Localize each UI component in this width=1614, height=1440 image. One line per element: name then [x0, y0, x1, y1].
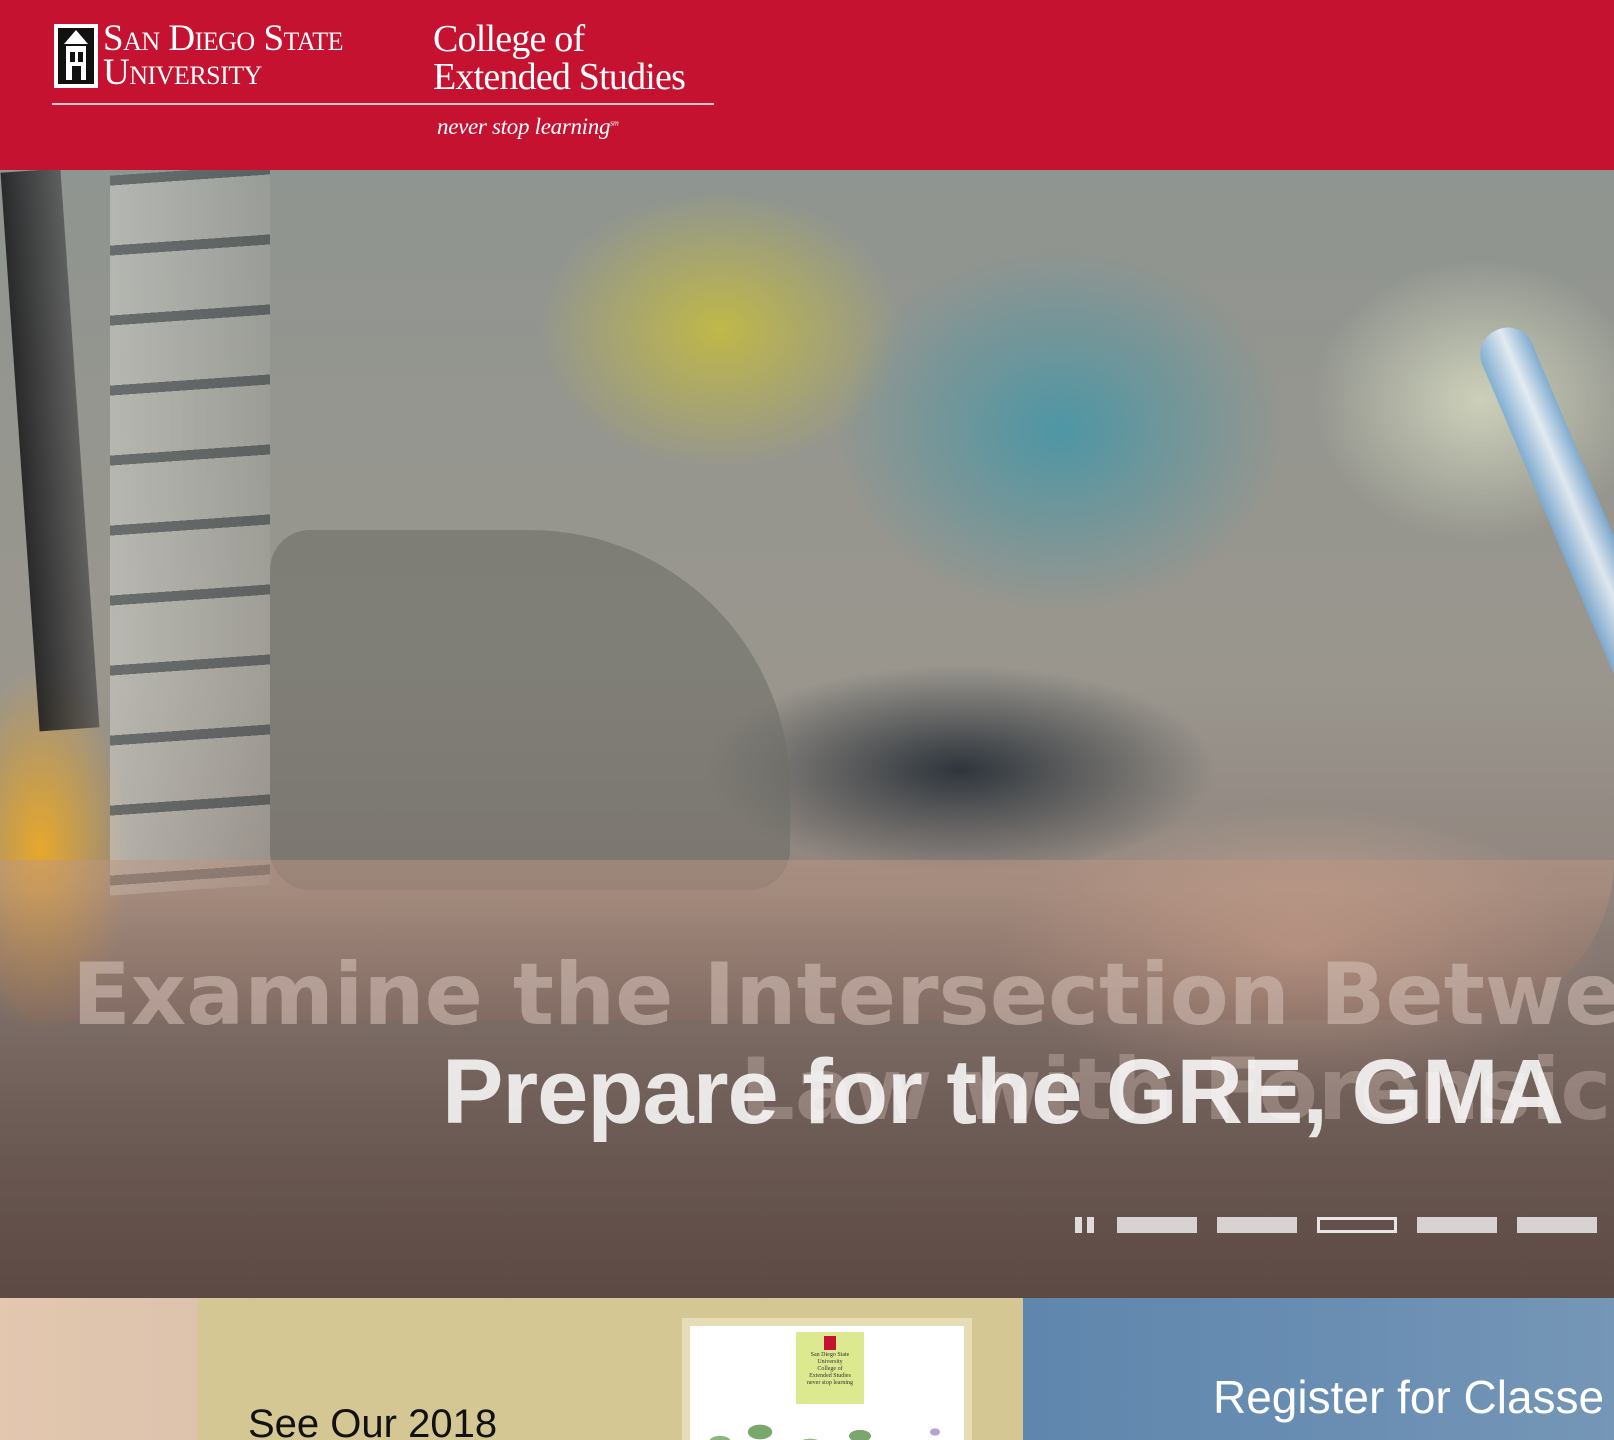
- catalog-promo-text: See Our 2018: [248, 1402, 498, 1440]
- cover-college-line2: Extended Studies: [809, 1373, 851, 1379]
- college-name-line2: Extended Studies: [433, 56, 686, 98]
- slide-dot-2[interactable]: [1217, 1217, 1297, 1233]
- cover-university-line1: San Diego State: [810, 1352, 850, 1358]
- university-name-line1: San Diego State: [103, 18, 343, 59]
- tagline-text: never stop learning: [437, 114, 611, 139]
- slide-dot-3-active[interactable]: [1317, 1217, 1397, 1233]
- college-name-line1: College of: [433, 18, 585, 60]
- promo-catalog[interactable]: See Our 2018 San Diego State University …: [198, 1298, 1023, 1440]
- slide-dot-4[interactable]: [1417, 1217, 1497, 1233]
- cover-tagline: never stop learning: [807, 1380, 853, 1386]
- cover-leaves-illustration: [690, 1402, 964, 1440]
- site-header: San Diego State University College of Ex…: [0, 0, 1614, 170]
- slider-controls: [1075, 1217, 1614, 1233]
- hero-headline-previous: Examine the Intersection Between: [72, 945, 1614, 1045]
- hero-image-grid: [110, 170, 270, 896]
- sdsu-tower-logo-icon[interactable]: [52, 22, 100, 90]
- hero-headline[interactable]: Prepare for the GRE, GMA: [442, 1040, 1564, 1145]
- header-divider: [52, 103, 714, 105]
- cover-college-line1: College of: [817, 1366, 843, 1372]
- slide-dot-5[interactable]: [1517, 1217, 1597, 1233]
- slide-dot-1[interactable]: [1117, 1217, 1197, 1233]
- tagline: never stop learningsm: [437, 114, 619, 140]
- promo-register[interactable]: Register for Classe: [1023, 1298, 1614, 1440]
- pause-icon[interactable]: [1075, 1217, 1097, 1233]
- promo-tile-left[interactable]: [0, 1298, 198, 1440]
- hero-image-shirt: [270, 530, 790, 890]
- hero-image-pen: [1472, 319, 1614, 774]
- cover-logo-icon: [824, 1336, 836, 1350]
- catalog-cover-badge: San Diego State University College of Ex…: [796, 1332, 864, 1404]
- hero-carousel[interactable]: Examine the Intersection Between Law wit…: [0, 170, 1614, 1298]
- university-name[interactable]: San Diego State University: [103, 18, 343, 93]
- college-name[interactable]: College of Extended Studies: [433, 18, 686, 98]
- register-promo-text: Register for Classe: [1213, 1371, 1605, 1423]
- service-mark: sm: [610, 118, 619, 128]
- hero-image-strap: [0, 170, 100, 732]
- catalog-cover-image: San Diego State University College of Ex…: [682, 1318, 972, 1440]
- page: San Diego State University College of Ex…: [0, 0, 1614, 1440]
- university-name-line2: University: [103, 52, 262, 93]
- cover-university-line2: University: [817, 1359, 843, 1365]
